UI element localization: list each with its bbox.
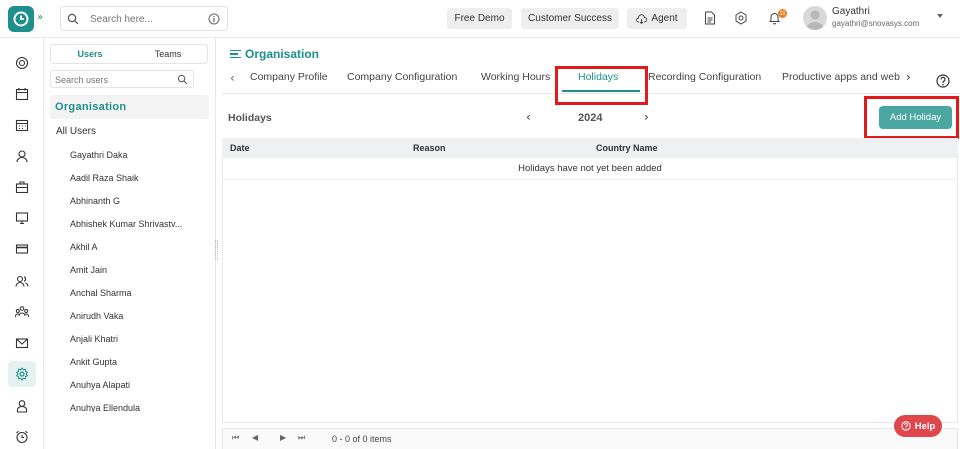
year-prev-chevron-left-icon[interactable]: ‹ xyxy=(526,110,531,124)
free-demo-button[interactable]: Free Demo xyxy=(447,8,512,29)
user-search xyxy=(50,70,194,88)
help-label: Help xyxy=(914,420,936,432)
help-circle-icon[interactable] xyxy=(936,74,950,88)
rail-person-badge-icon[interactable] xyxy=(8,393,36,419)
user-list-item[interactable]: Anchal Sharma xyxy=(70,288,210,311)
breadcrumb: Organisation xyxy=(230,47,319,61)
users-panel: Users Teams Organisation All Users Gayat… xyxy=(44,38,216,449)
rail-card-icon[interactable] xyxy=(8,236,36,262)
organisation-header[interactable]: Organisation xyxy=(50,95,209,119)
tab-working-hours[interactable]: Working Hours xyxy=(481,71,550,83)
prev-page-icon[interactable]: ◀ xyxy=(252,433,258,442)
app-logo[interactable] xyxy=(8,6,34,32)
tab-users[interactable]: Users xyxy=(51,45,129,63)
clock-logo-icon xyxy=(13,11,29,27)
rail-monitor-icon[interactable] xyxy=(8,205,36,231)
user-list-item[interactable]: Anirudh Vaka xyxy=(70,311,210,334)
user-list-item[interactable]: Anuhya Ellendula xyxy=(70,403,210,412)
user-list-item[interactable]: Ankit Gupta xyxy=(70,357,210,380)
expand-sidebar-icon[interactable]: » xyxy=(37,12,43,23)
rail-user-icon[interactable] xyxy=(8,143,36,169)
empty-message: Holidays have not yet been added xyxy=(222,158,958,180)
search-input[interactable] xyxy=(90,11,200,27)
tab-productive-apps[interactable]: Productive apps and web xyxy=(782,71,902,83)
rail-mail-icon[interactable] xyxy=(8,330,36,356)
year-label: 2024 xyxy=(578,112,603,124)
tab-recording-configuration[interactable]: Recording Configuration xyxy=(648,71,761,83)
user-name: Gayathri xyxy=(832,6,870,17)
page-title: Organisation xyxy=(245,47,320,61)
user-avatar-icon xyxy=(806,10,824,30)
agent-label: Agent xyxy=(651,13,678,24)
rail-briefcase-icon[interactable] xyxy=(8,174,36,200)
highlight-holidays-tab xyxy=(555,66,648,105)
help-circle-icon xyxy=(901,421,911,431)
section-title: Holidays xyxy=(228,112,272,124)
tab-teams[interactable]: Teams xyxy=(129,45,207,63)
holidays-grid xyxy=(222,138,958,423)
column-country-name[interactable]: Country Name xyxy=(596,143,658,153)
user-email: gayathri@snovasys.com xyxy=(832,19,920,28)
year-next-chevron-right-icon[interactable]: › xyxy=(644,110,649,124)
next-page-icon[interactable]: ▶ xyxy=(280,433,286,442)
all-users-item[interactable]: All Users xyxy=(56,126,96,137)
user-list-item[interactable]: Gayathri Daka xyxy=(70,150,210,173)
rail-users-icon[interactable] xyxy=(8,268,36,294)
cloud-download-icon xyxy=(636,13,648,24)
panel-resize-handle[interactable] xyxy=(215,240,218,260)
pager-info: 0 - 0 of 0 items xyxy=(332,434,392,444)
avatar[interactable] xyxy=(803,6,827,30)
rail-team-icon[interactable] xyxy=(8,299,36,325)
rail-calendar-icon[interactable] xyxy=(8,81,36,107)
icon-rail xyxy=(0,38,44,449)
agent-button[interactable]: Agent xyxy=(627,8,687,29)
tabs-chevron-right-icon[interactable]: › xyxy=(906,70,911,84)
search-icon xyxy=(67,13,79,25)
user-list-item[interactable]: Amit Jain xyxy=(70,265,210,288)
customer-success-button[interactable]: Customer Success xyxy=(521,8,619,29)
user-list-item[interactable]: Anuhya Alapati xyxy=(70,380,210,403)
tab-company-profile[interactable]: Company Profile xyxy=(250,71,328,83)
user-list-item[interactable]: Akhil A xyxy=(70,242,210,265)
user-list-item[interactable]: Abhinanth G xyxy=(70,196,210,219)
user-list-item[interactable]: Aadil Raza Shaik xyxy=(70,173,210,196)
settings-gear-icon[interactable] xyxy=(733,10,749,26)
rail-settings-icon[interactable] xyxy=(8,361,36,387)
document-icon[interactable] xyxy=(702,10,718,26)
search-icon[interactable] xyxy=(177,74,188,85)
tabs-chevron-left-icon[interactable]: ‹ xyxy=(230,71,235,85)
user-list-item[interactable]: Abhishek Kumar Shrivastv... xyxy=(70,219,210,242)
top-bar: » Free Demo Customer Success Agent 11 xyxy=(0,0,960,38)
user-list-item[interactable]: Anjali Khatri xyxy=(70,334,210,357)
menu-icon[interactable] xyxy=(230,49,241,59)
user-list: Gayathri Daka Aadil Raza Shaik Abhinanth G… xyxy=(70,150,210,412)
customer-success-label: Customer Success xyxy=(528,13,612,24)
rail-calendar-grid-icon[interactable] xyxy=(8,112,36,138)
first-page-icon[interactable]: ⏮ xyxy=(232,433,239,443)
free-demo-label: Free Demo xyxy=(454,13,505,24)
pager: ⏮ ◀ ▶ ⏭ 0 - 0 of 0 items xyxy=(222,428,958,449)
help-button[interactable]: Help xyxy=(894,415,942,437)
global-search xyxy=(60,6,228,31)
grid-header: Date Reason Country Name xyxy=(222,138,958,158)
notification-badge: 11 xyxy=(778,9,787,18)
user-menu-chevron-down-icon[interactable] xyxy=(937,14,943,18)
rail-alarm-icon[interactable] xyxy=(8,424,36,449)
column-date[interactable]: Date xyxy=(230,143,250,153)
rail-dashboard-icon[interactable] xyxy=(8,50,36,76)
users-teams-toggle: Users Teams xyxy=(50,44,208,64)
main-content: Organisation ‹ Company Profile Company C… xyxy=(222,38,960,449)
last-page-icon[interactable]: ⏭ xyxy=(298,433,305,443)
info-icon[interactable] xyxy=(208,13,220,25)
highlight-add-holiday xyxy=(864,96,959,139)
column-reason[interactable]: Reason xyxy=(413,143,446,153)
user-search-input[interactable] xyxy=(55,73,173,86)
tab-company-configuration[interactable]: Company Configuration xyxy=(347,71,457,83)
